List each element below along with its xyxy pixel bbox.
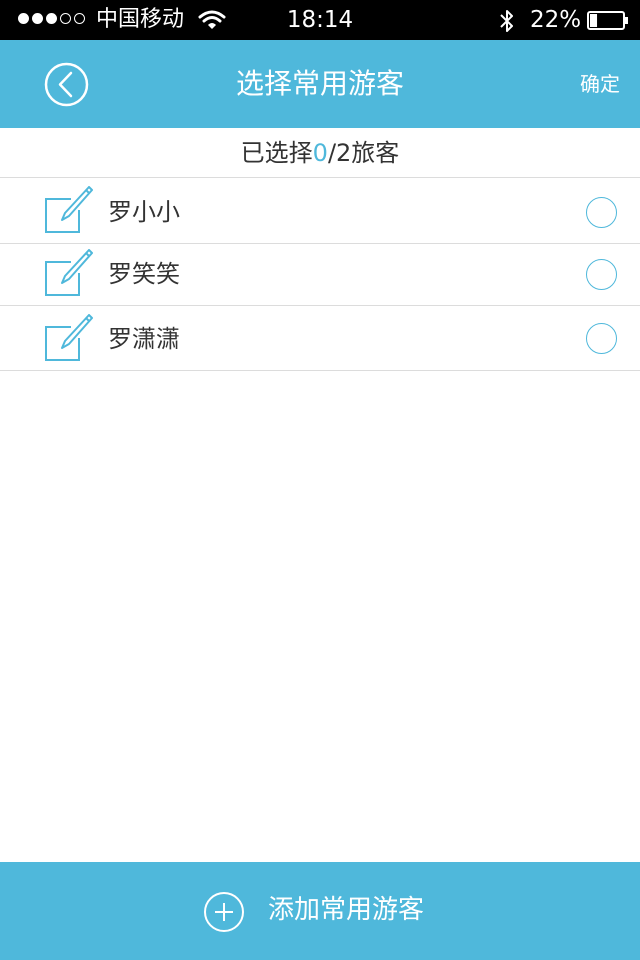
traveler-row[interactable]: 罗潇潇 xyxy=(0,306,640,371)
edit-icon[interactable] xyxy=(43,314,93,362)
add-traveler-button[interactable]: 添加常用游客 xyxy=(0,862,640,960)
app-screen: 中国移动 18:14 22% 选择常用游客 确定 已选择0/2旅客 罗小小 罗笑… xyxy=(0,0,640,960)
edit-icon[interactable] xyxy=(43,249,93,297)
selection-count-prefix: 已选择 xyxy=(240,139,313,167)
traveler-row[interactable]: 罗笑笑 xyxy=(0,244,640,306)
battery-fill xyxy=(590,14,598,27)
bluetooth-icon xyxy=(500,10,513,32)
page-title: 选择常用游客 xyxy=(235,67,404,100)
battery-icon xyxy=(587,11,628,30)
traveler-list: 罗小小 罗笑笑 罗潇潇 xyxy=(0,178,640,371)
selection-count-suffix: /2旅客 xyxy=(327,139,400,167)
battery-percent: 22% xyxy=(530,7,582,33)
traveler-name: 罗潇潇 xyxy=(108,325,180,353)
plus-circle-icon xyxy=(204,892,244,932)
traveler-name: 罗笑笑 xyxy=(108,260,180,288)
confirm-button[interactable]: 确定 xyxy=(580,72,620,96)
select-radio[interactable] xyxy=(586,323,617,354)
traveler-row[interactable]: 罗小小 xyxy=(0,178,640,244)
selection-count-number: 0 xyxy=(312,139,328,167)
add-traveler-label: 添加常用游客 xyxy=(268,895,425,925)
traveler-name: 罗小小 xyxy=(108,198,180,226)
selection-count: 已选择0/2旅客 xyxy=(0,128,640,178)
select-radio[interactable] xyxy=(586,259,617,290)
status-bar: 中国移动 18:14 22% xyxy=(0,0,640,40)
nav-bar: 选择常用游客 确定 xyxy=(0,40,640,128)
edit-icon[interactable] xyxy=(43,186,93,234)
select-radio[interactable] xyxy=(586,197,617,228)
